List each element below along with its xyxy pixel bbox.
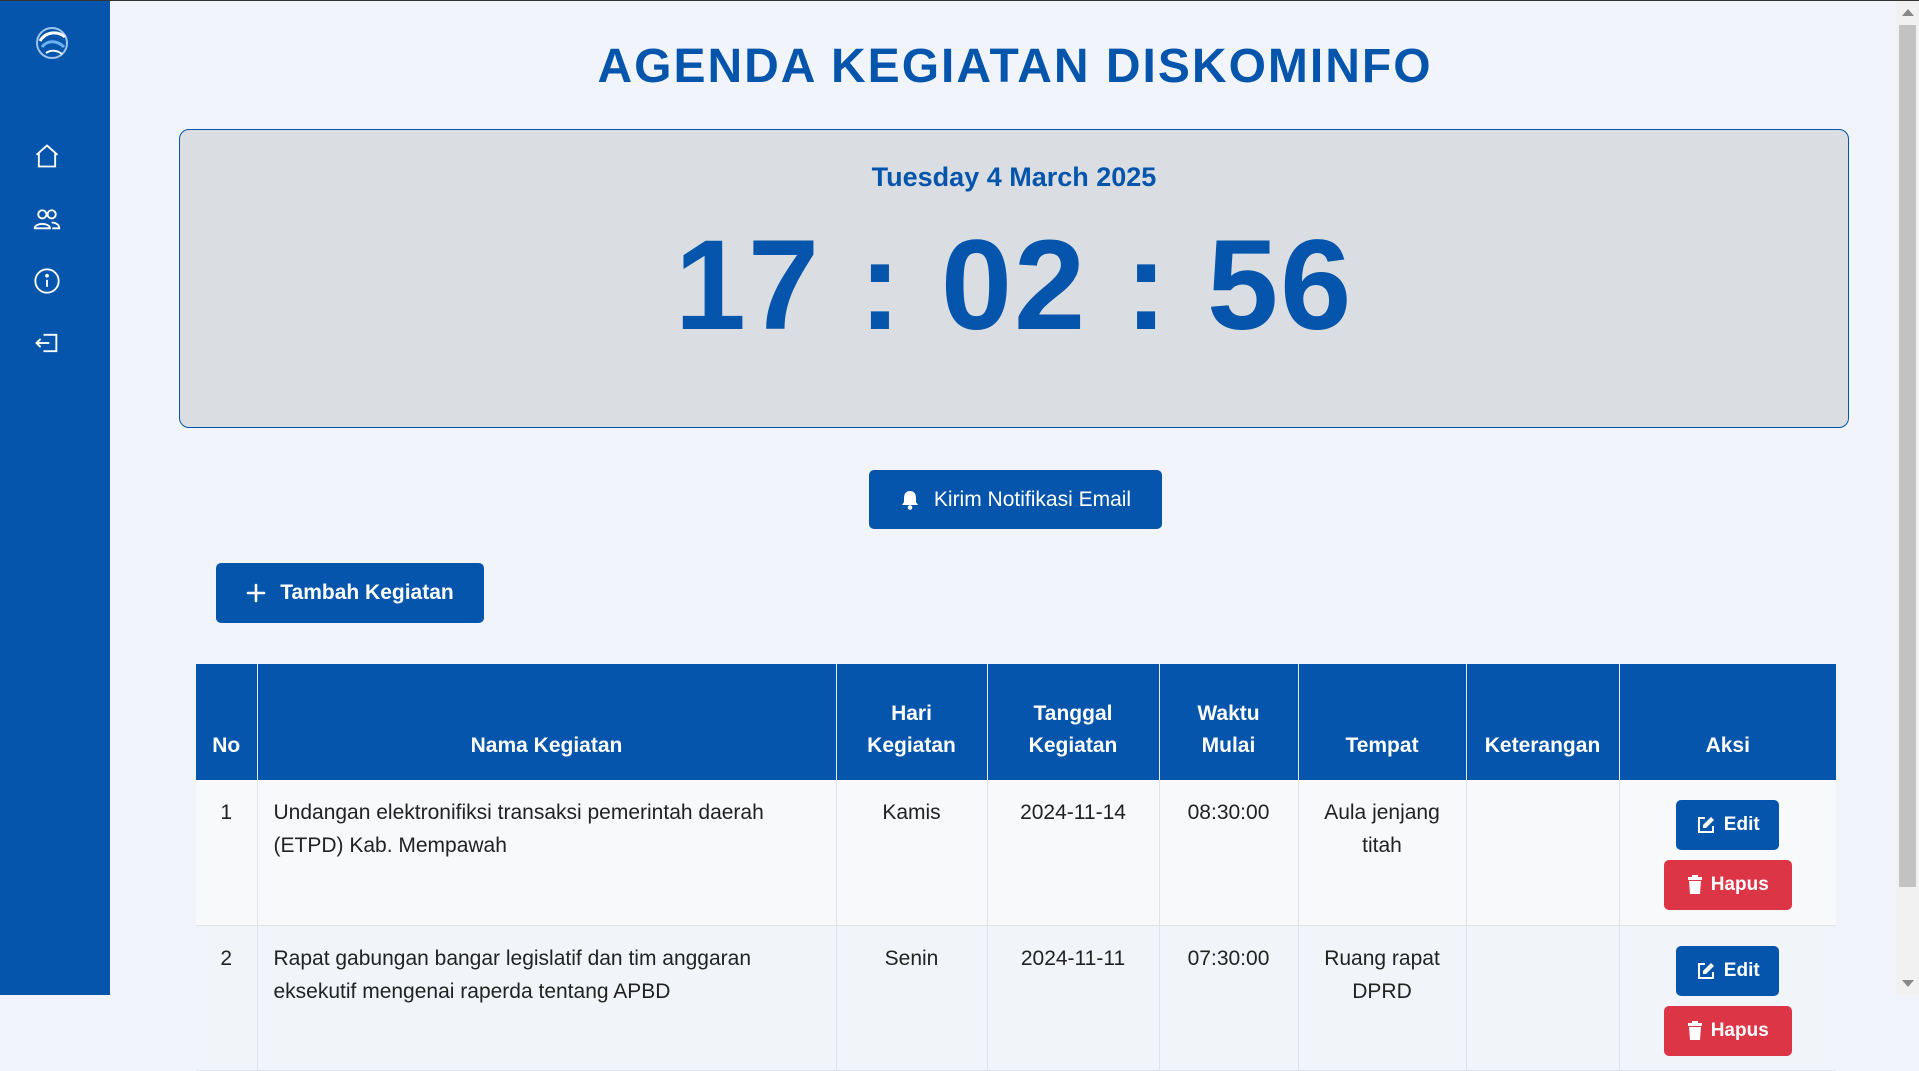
- scrollbar-thumb[interactable]: [1899, 25, 1916, 887]
- cell-nama-kegiatan: Undangan elektronifiksi transaksi pemeri…: [257, 780, 837, 926]
- cell-tanggal: 2024-11-11: [987, 925, 1160, 1071]
- column-header-no[interactable]: No: [196, 664, 258, 780]
- clock-card: Tuesday 4 March 2025 17 : 02 : 56: [179, 129, 1849, 428]
- column-header-hari-kegiatan[interactable]: Hari Kegiatan: [836, 664, 988, 780]
- header-line: Tanggal: [1033, 702, 1113, 725]
- trash-icon: [1687, 1020, 1702, 1040]
- plus-icon: [246, 583, 266, 603]
- column-header-aksi: Aksi: [1619, 664, 1836, 780]
- header-line: Kegiatan: [1028, 734, 1118, 757]
- cell-waktu: 08:30:00: [1159, 780, 1299, 926]
- home-icon: [35, 144, 59, 168]
- row-actions: Edit Hapus: [1630, 796, 1827, 910]
- edit-label: Edit: [1723, 814, 1760, 835]
- main-content: AGENDA KEGIATAN DISKOMINFO Tuesday 4 Mar…: [110, 1, 1896, 1071]
- table-row: 1 Undangan elektronifiksi transaksi peme…: [196, 780, 1836, 926]
- bell-icon: [901, 490, 918, 510]
- cell-hari: Kamis: [836, 780, 988, 926]
- users-icon: [33, 209, 61, 230]
- cell-nama-kegiatan: Rapat gabungan bangar legislatif dan tim…: [257, 925, 837, 1071]
- delete-label: Hapus: [1710, 1019, 1769, 1041]
- cell-no: 2: [196, 925, 258, 1071]
- logout-icon: [35, 333, 58, 353]
- info-icon: [34, 268, 60, 294]
- header-line: Waktu: [1197, 702, 1260, 725]
- table-header-row: No Nama Kegiatan Hari Kegiatan Tanggal Keg…: [196, 664, 1836, 780]
- column-header-keterangan[interactable]: Keterangan: [1466, 664, 1620, 780]
- row-actions: Edit Hapus: [1630, 942, 1827, 1056]
- cell-tempat: Aula jenjang titah: [1298, 780, 1467, 926]
- column-header-waktu-mulai[interactable]: Waktu Mulai: [1159, 664, 1299, 780]
- cell-waktu: 07:30:00: [1159, 925, 1299, 1071]
- edit-icon: [1697, 817, 1714, 833]
- cell-tempat: Ruang rapat DPRD: [1298, 925, 1467, 1071]
- header-line: Mulai: [1201, 734, 1256, 757]
- cell-aksi: Edit Hapus: [1619, 925, 1836, 1071]
- delete-button[interactable]: Hapus: [1663, 860, 1792, 910]
- edit-icon: [1697, 962, 1714, 979]
- add-activity-label: Tambah Kegiatan: [280, 581, 454, 604]
- column-header-tanggal-kegiatan[interactable]: Tanggal Kegiatan: [987, 664, 1160, 780]
- sidebar: [0, 1, 110, 995]
- cell-hari: Senin: [836, 925, 988, 1071]
- activity-table: No Nama Kegiatan Hari Kegiatan Tanggal Keg…: [196, 664, 1836, 1071]
- scroll-down-arrow-icon[interactable]: [1902, 980, 1914, 987]
- edit-button[interactable]: Edit: [1676, 945, 1780, 996]
- sidebar-item-info[interactable]: [33, 267, 61, 295]
- sidebar-item-users[interactable]: [33, 205, 61, 233]
- send-email-notification-button[interactable]: Kirim Notifikasi Email: [869, 470, 1162, 529]
- clock-date: Tuesday 4 March 2025: [871, 162, 1157, 192]
- edit-button[interactable]: Edit: [1676, 800, 1780, 850]
- header-line: Hari: [891, 702, 932, 725]
- clock-time: 17 : 02 : 56: [674, 214, 1354, 357]
- header-line: Kegiatan: [867, 734, 956, 757]
- sidebar-item-logout[interactable]: [33, 329, 61, 357]
- scroll-up-arrow-icon[interactable]: [1902, 9, 1914, 16]
- table-row: 2 Rapat gabungan bangar legislatif dan t…: [196, 925, 1836, 1071]
- add-activity-button[interactable]: Tambah Kegiatan: [216, 563, 484, 623]
- cell-keterangan: [1466, 780, 1620, 926]
- activity-table-container: No Nama Kegiatan Hari Kegiatan Tanggal Keg…: [196, 664, 1836, 1071]
- cell-aksi: Edit Hapus: [1619, 780, 1836, 926]
- logo-icon: [36, 27, 68, 59]
- delete-button[interactable]: Hapus: [1663, 1005, 1792, 1056]
- column-header-tempat[interactable]: Tempat: [1298, 664, 1467, 780]
- send-email-notification-label: Kirim Notifikasi Email: [933, 487, 1132, 511]
- sidebar-item-home[interactable]: [33, 142, 61, 170]
- vertical-scrollbar[interactable]: [1896, 1, 1919, 995]
- cell-tanggal: 2024-11-14: [987, 780, 1160, 926]
- page-title: AGENDA KEGIATAN DISKOMINFO: [597, 40, 1433, 93]
- delete-label: Hapus: [1710, 874, 1769, 895]
- cell-keterangan: [1466, 925, 1620, 1071]
- logo[interactable]: [32, 25, 72, 61]
- edit-label: Edit: [1723, 959, 1760, 981]
- trash-icon: [1687, 875, 1702, 894]
- cell-no: 1: [196, 780, 258, 926]
- column-header-nama-kegiatan[interactable]: Nama Kegiatan: [257, 664, 837, 780]
